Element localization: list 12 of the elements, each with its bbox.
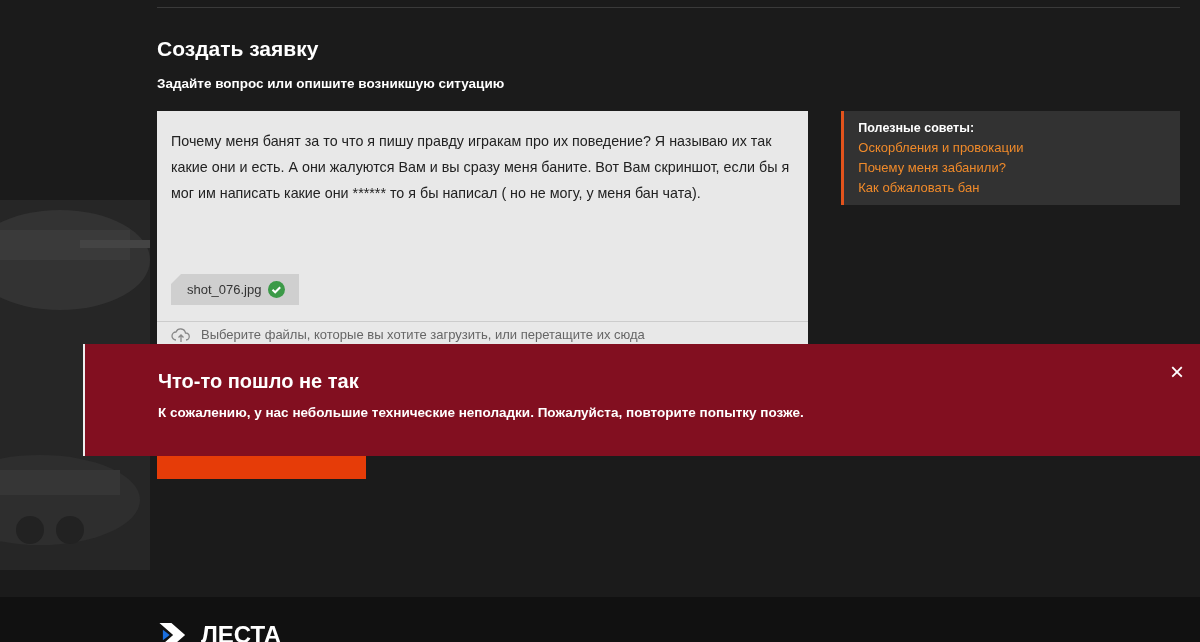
close-button[interactable]: ×	[1170, 360, 1184, 384]
cloud-upload-icon	[171, 327, 191, 343]
page-title: Создать заявку	[157, 36, 320, 62]
error-message: К сожалению, у нас небольшие технические неполадки. Пожалуйста, повторите попытку позже.	[158, 405, 805, 420]
tip-link[interactable]: Почему меня забанили?	[858, 160, 1166, 175]
file-name: shot_076.jpg	[187, 282, 262, 297]
error-title: Что-то пошло не так	[158, 370, 359, 393]
tip-link[interactable]: Как обжаловать бан	[858, 180, 1166, 195]
tips-title: Полезные советы:	[858, 121, 976, 135]
tip-link[interactable]: Оскорбления и провокации	[858, 140, 1166, 155]
form-subtitle: Задайте вопрос или опишите возникшую ситуацию	[157, 76, 506, 91]
upload-hint: Выберите файлы, которые вы хотите загрузить, или перетащите их сюда	[201, 327, 645, 342]
